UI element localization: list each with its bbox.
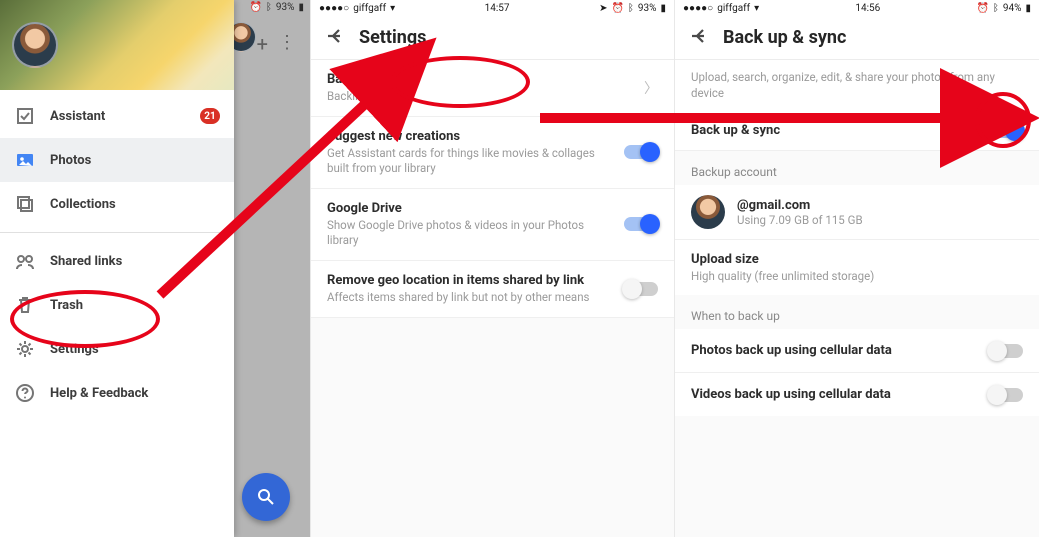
annotation-arrow [0,0,1039,537]
